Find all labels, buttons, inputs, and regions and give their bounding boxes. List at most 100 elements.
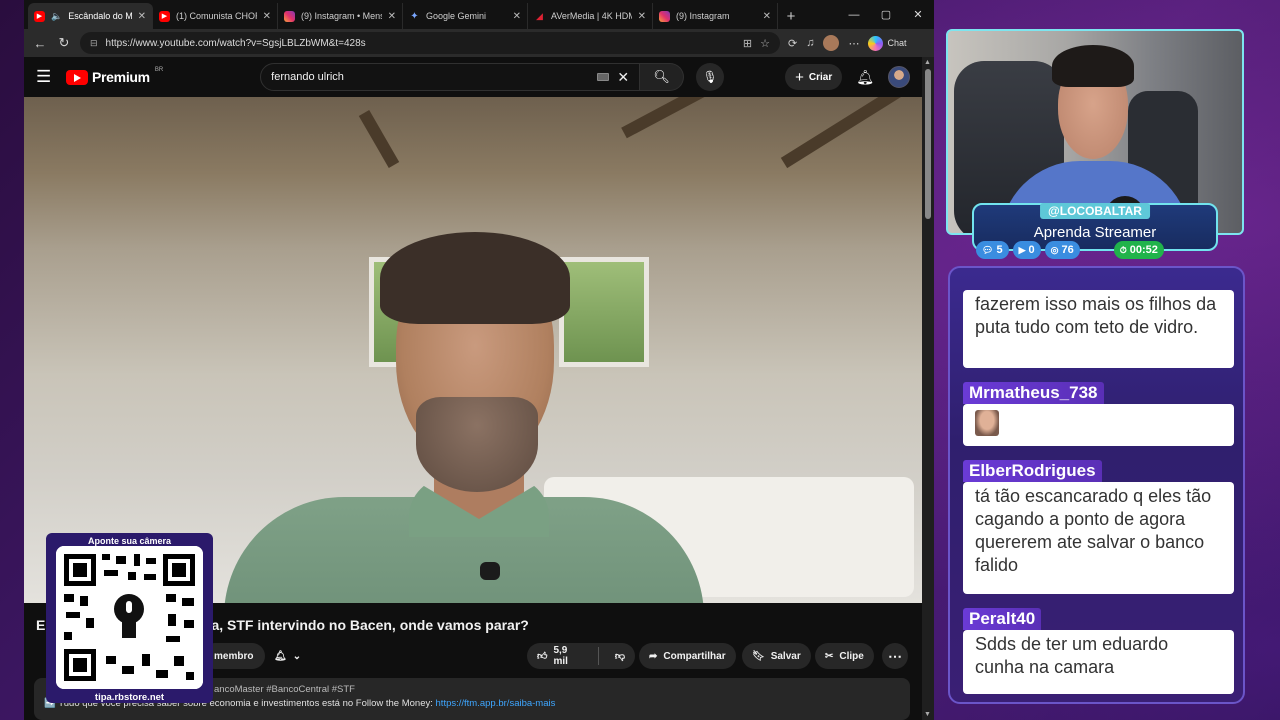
- address-bar-row: ← ↻ ⊟ https://www.youtube.com/watch?v=Sg…: [24, 29, 934, 57]
- tab-comunista[interactable]: ▶ (1) Comunista CHORA ✕: [153, 3, 278, 29]
- favorite-star-icon[interactable]: ☆: [760, 37, 770, 50]
- tab-title: AVerMedia | 4K HDMI: [551, 11, 632, 21]
- chevron-down-icon: ⌄: [292, 650, 302, 662]
- address-bar[interactable]: ⊟ https://www.youtube.com/watch?v=SgsjLB…: [80, 32, 780, 54]
- youtube-premium-logo[interactable]: Premium BR: [66, 67, 164, 85]
- twitch-icon: 💬︎: [982, 244, 994, 255]
- chat-message: Sdds de ter um eduardo cunha na camara: [963, 630, 1234, 694]
- background-window: [559, 257, 649, 367]
- speaker-icon[interactable]: 🔈: [51, 11, 62, 22]
- scroll-up-icon[interactable]: ▲: [924, 59, 931, 66]
- maximize-icon[interactable]: ▢: [870, 0, 902, 29]
- app-install-icon[interactable]: ⊞: [743, 37, 752, 50]
- site-info-icon[interactable]: ⊟: [90, 38, 98, 49]
- chat-username: Mrmatheus_738: [963, 382, 1104, 404]
- media-icon[interactable]: ♫: [806, 37, 814, 49]
- scrollbar-thumb[interactable]: [925, 69, 931, 219]
- tab-instagram-msg[interactable]: (9) Instagram • Mensa ✕: [278, 3, 403, 29]
- extensions-icon[interactable]: ⟳: [788, 37, 797, 50]
- instagram-icon: [284, 10, 295, 22]
- search-button[interactable]: 🔍︎: [640, 63, 685, 91]
- tab-instagram[interactable]: (9) Instagram ✕: [653, 3, 778, 29]
- tab-title: (9) Instagram • Mensa: [301, 11, 382, 21]
- like-dislike-group: 👍︎ 5,9 mil 👎︎: [527, 643, 635, 669]
- reload-icon[interactable]: ↻: [56, 35, 72, 51]
- clock-icon: ⏱︎: [1119, 244, 1127, 255]
- ceiling-beam: [780, 97, 915, 169]
- new-tab-button[interactable]: +: [778, 3, 804, 29]
- close-tab-icon[interactable]: ✕: [513, 11, 521, 22]
- chat-message: [963, 404, 1234, 446]
- tab-gemini[interactable]: ✦ Google Gemini ✕: [403, 3, 528, 29]
- keyboard-icon[interactable]: [597, 73, 610, 81]
- video-player[interactable]: [24, 97, 922, 603]
- account-avatar[interactable]: [888, 66, 910, 88]
- video-title-text: ra, STF intervindo no Bacen, onde vamos …: [206, 617, 529, 633]
- scroll-down-icon[interactable]: ▼: [924, 711, 931, 718]
- ceiling-beam: [358, 110, 400, 168]
- save-button[interactable]: 🔖︎ Salvar: [742, 643, 811, 669]
- streamer-hair: [1052, 45, 1134, 87]
- instagram-icon: [659, 10, 670, 22]
- hamburger-menu-icon[interactable]: ☰: [36, 67, 62, 87]
- chat-message-text: tá tão escancarado q eles tão cagando a …: [975, 486, 1212, 575]
- close-tab-icon[interactable]: ✕: [638, 11, 646, 22]
- url-text: https://www.youtube.com/watch?v=SgsjLBLZ…: [105, 37, 366, 49]
- close-window-icon[interactable]: ✕: [902, 0, 934, 29]
- share-icon: ➦: [649, 650, 658, 662]
- chat-username: ElberRodrigues: [963, 460, 1102, 482]
- share-label: Compartilhar: [663, 650, 726, 662]
- qr-footer: tipa.rbstore.net: [94, 692, 165, 703]
- plus-icon: +: [795, 68, 804, 86]
- chat-message: fazerem isso mais os filhos da puta tudo…: [963, 290, 1234, 368]
- twitch-viewers: 💬︎ 5: [976, 241, 1009, 259]
- tab-escandalo[interactable]: ▶ 🔈 Escândalo do Mas ✕: [28, 3, 153, 29]
- create-label: Criar: [808, 71, 833, 83]
- chat-message-text: fazerem isso mais os filhos da puta tudo…: [975, 294, 1217, 337]
- like-button[interactable]: 👍︎ 5,9 mil: [527, 643, 592, 669]
- more-horizontal-icon: ⋯: [888, 647, 902, 664]
- qr-overlay: Aponte sua câmera tipa.rbstore.net: [46, 533, 213, 703]
- close-tab-icon[interactable]: ✕: [263, 11, 271, 22]
- person-beard: [416, 397, 538, 492]
- page-scrollbar[interactable]: ▲ ▼: [922, 57, 934, 720]
- chat-message-text: Sdds de ter um eduardo cunha na camara: [975, 634, 1169, 677]
- subscription-bell-button[interactable]: 🔔︎ ⌄: [264, 643, 322, 669]
- more-menu-icon[interactable]: ⋯: [848, 37, 859, 50]
- toolbar-right: ⟳ ♫ ⋯ Chat: [788, 35, 906, 51]
- streamer-handle: @LOCOBALTAR: [1040, 203, 1150, 219]
- clip-button[interactable]: ✂ Clipe: [815, 643, 874, 669]
- profile-avatar[interactable]: [823, 35, 840, 51]
- copilot-chat-button[interactable]: Chat: [868, 35, 906, 51]
- clear-search-icon[interactable]: ✕: [617, 69, 629, 86]
- youtube-header-right: + Criar 🔔︎: [785, 64, 910, 90]
- share-button[interactable]: ➦ Compartilhar: [639, 643, 736, 669]
- tab-title: (1) Comunista CHORA: [176, 11, 257, 21]
- close-tab-icon[interactable]: ✕: [138, 11, 146, 22]
- search-icon: 🔍︎: [653, 69, 670, 84]
- dislike-button[interactable]: 👎︎: [605, 643, 635, 669]
- minimize-icon[interactable]: —: [838, 0, 870, 29]
- tab-bar: ▶ 🔈 Escândalo do Mas ✕ ▶ (1) Comunista C…: [24, 0, 934, 29]
- search-input[interactable]: fernando ulrich ✕: [260, 63, 641, 91]
- logo-region: BR: [154, 67, 164, 73]
- qr-code: [56, 546, 203, 689]
- stream-stats: 💬︎ 5 ▶ 0 ◎ 76 ⏱︎ 00:52: [976, 241, 1164, 259]
- create-button[interactable]: + Criar: [785, 64, 843, 90]
- scissors-icon: ✂: [825, 650, 834, 662]
- stat-value: 5: [996, 244, 1003, 256]
- back-icon[interactable]: ←: [32, 36, 48, 51]
- thumbs-down-icon: 👎︎: [614, 651, 625, 662]
- tab-title: Escândalo do Mas: [68, 11, 131, 21]
- more-actions-button[interactable]: ⋯: [882, 643, 908, 669]
- voice-search-button[interactable]: 🎙︎: [696, 63, 725, 91]
- youtube-icon: ▶: [1018, 244, 1026, 255]
- close-tab-icon[interactable]: ✕: [388, 11, 396, 22]
- avermedia-icon: ◢: [536, 10, 543, 21]
- member-label: membro: [214, 650, 254, 662]
- tab-title: (9) Instagram: [676, 11, 730, 21]
- close-tab-icon[interactable]: ✕: [763, 11, 771, 22]
- notifications-bell-icon[interactable]: 🔔︎: [856, 69, 874, 86]
- description-link[interactable]: https://ftm.app.br/saiba-mais: [436, 698, 556, 709]
- tab-avermedia[interactable]: ◢ AVerMedia | 4K HDMI ✕: [528, 3, 653, 29]
